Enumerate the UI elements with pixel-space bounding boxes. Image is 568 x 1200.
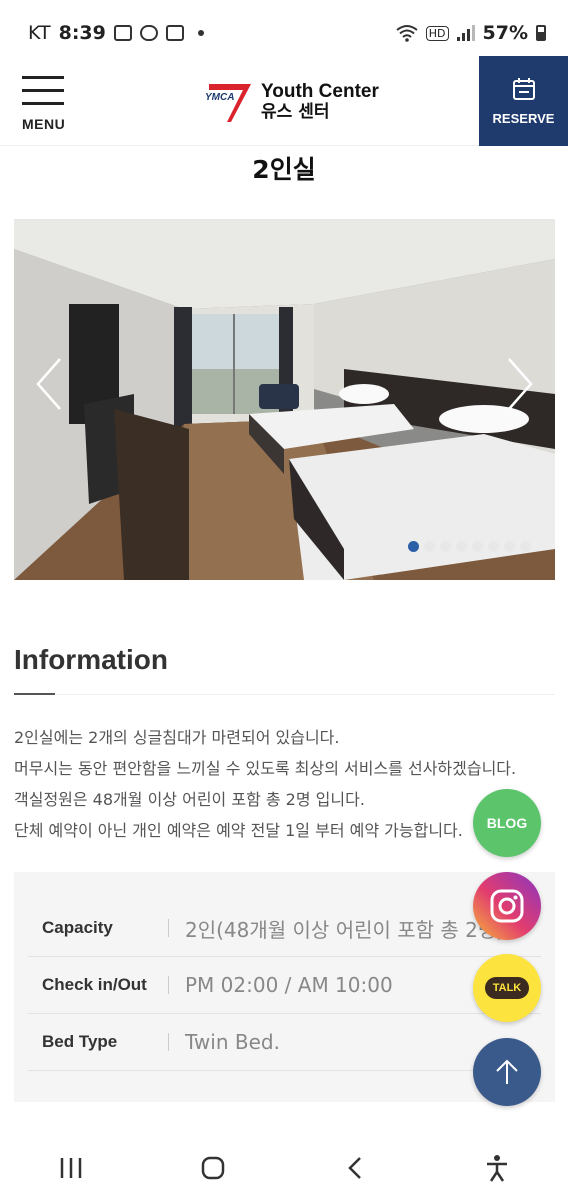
- divider: [168, 919, 169, 937]
- site-logo[interactable]: YMCA Youth Center 유스 센터: [205, 80, 379, 124]
- carrier: KT: [28, 22, 51, 44]
- signal-icon: [456, 25, 475, 41]
- slider-dot[interactable]: [504, 541, 515, 552]
- arrow-up-icon: [496, 1059, 518, 1084]
- divider-accent: [14, 693, 55, 695]
- menu-label: MENU: [22, 116, 66, 132]
- hamburger-icon-bar: [22, 89, 64, 92]
- slider-next-arrow-icon[interactable]: [499, 354, 539, 414]
- kakaotalk-icon: TALK: [484, 977, 530, 999]
- accessibility-button[interactable]: [472, 1143, 522, 1193]
- more-notifications-icon: [197, 30, 204, 36]
- blog-label: BLOG: [486, 815, 528, 831]
- page-title: 2인실: [252, 155, 316, 184]
- spec-row-check-in-out: Check in/Out PM 02:00 / AM 10:00: [28, 957, 541, 1014]
- home-button[interactable]: [188, 1143, 238, 1193]
- instagram-button[interactable]: [473, 872, 541, 940]
- ymca-text: YMCA: [205, 92, 235, 103]
- gallery-notification-icon: [113, 25, 132, 41]
- slider-dot[interactable]: [424, 541, 435, 552]
- divider: [168, 1033, 169, 1051]
- scroll-to-top-button[interactable]: [473, 1038, 541, 1106]
- slider-dot[interactable]: [520, 541, 531, 552]
- menu-button[interactable]: MENU: [22, 76, 70, 134]
- hamburger-icon-bar: [22, 102, 64, 105]
- battery-percent: 57%: [482, 22, 528, 44]
- reserve-label: RESERVE: [492, 110, 555, 126]
- slider-dot[interactable]: [440, 541, 451, 552]
- slider-dot[interactable]: [408, 541, 419, 552]
- spec-label: Check in/Out: [42, 975, 147, 994]
- description-line: 머무시는 동안 편안함을 느끼실 수 있도록 최상의 서비스를 선사하겠습니다.: [14, 759, 517, 778]
- slider-prev-arrow-icon[interactable]: [30, 354, 70, 414]
- room-photo: [14, 219, 555, 580]
- slider-dot[interactable]: [456, 541, 467, 552]
- spec-label: Capacity: [42, 918, 113, 937]
- slider-pagination: [408, 541, 531, 552]
- spec-value: PM 02:00 / AM 10:00: [185, 973, 393, 997]
- hamburger-icon: [22, 76, 64, 79]
- home-notification-icon: [165, 25, 184, 41]
- chat-notification-icon: [139, 25, 158, 41]
- battery-icon: [536, 25, 546, 41]
- instagram-icon: [490, 889, 524, 923]
- spec-value: 2인(48개월 이상 어린이 포함 총 2명): [185, 917, 505, 942]
- divider: [14, 694, 555, 695]
- home-icon: [201, 1156, 225, 1179]
- site-header: MENU YMCA Youth Center 유스 센터 RESERVE: [0, 56, 568, 146]
- hd-voice-icon: HD: [425, 25, 449, 41]
- slider-dot[interactable]: [488, 541, 499, 552]
- back-button[interactable]: [330, 1143, 380, 1193]
- recent-apps-button[interactable]: [46, 1143, 96, 1193]
- spec-row-capacity: Capacity 2인(48개월 이상 어린이 포함 총 2명): [28, 900, 541, 957]
- accessibility-icon: [487, 1154, 507, 1182]
- spec-value: Twin Bed.: [185, 1030, 280, 1054]
- spec-row-bed-type: Bed Type Twin Bed.: [28, 1014, 541, 1071]
- wifi-icon: [396, 25, 418, 42]
- recent-apps-icon: [60, 1157, 82, 1178]
- logo-title-ko: 유스 센터: [261, 102, 330, 122]
- logo-title-en: Youth Center: [261, 81, 379, 102]
- description-line: 2인실에는 2개의 싱글침대가 마련되어 있습니다.: [14, 728, 340, 747]
- back-icon: [348, 1156, 361, 1179]
- reserve-button[interactable]: RESERVE: [479, 56, 568, 146]
- blog-button[interactable]: BLOG: [473, 789, 541, 857]
- divider: [168, 976, 169, 994]
- room-photo-slider[interactable]: [14, 219, 555, 580]
- system-navigation-bar: [0, 1135, 568, 1200]
- info-heading: Information: [14, 644, 168, 675]
- spec-label: Bed Type: [42, 1032, 118, 1051]
- slider-dot[interactable]: [472, 541, 483, 552]
- calendar-icon: [512, 77, 535, 100]
- clock: 8:39: [58, 22, 106, 44]
- kakaotalk-button[interactable]: TALK: [473, 954, 541, 1022]
- ymca-logo-mark: YMCA: [205, 80, 255, 124]
